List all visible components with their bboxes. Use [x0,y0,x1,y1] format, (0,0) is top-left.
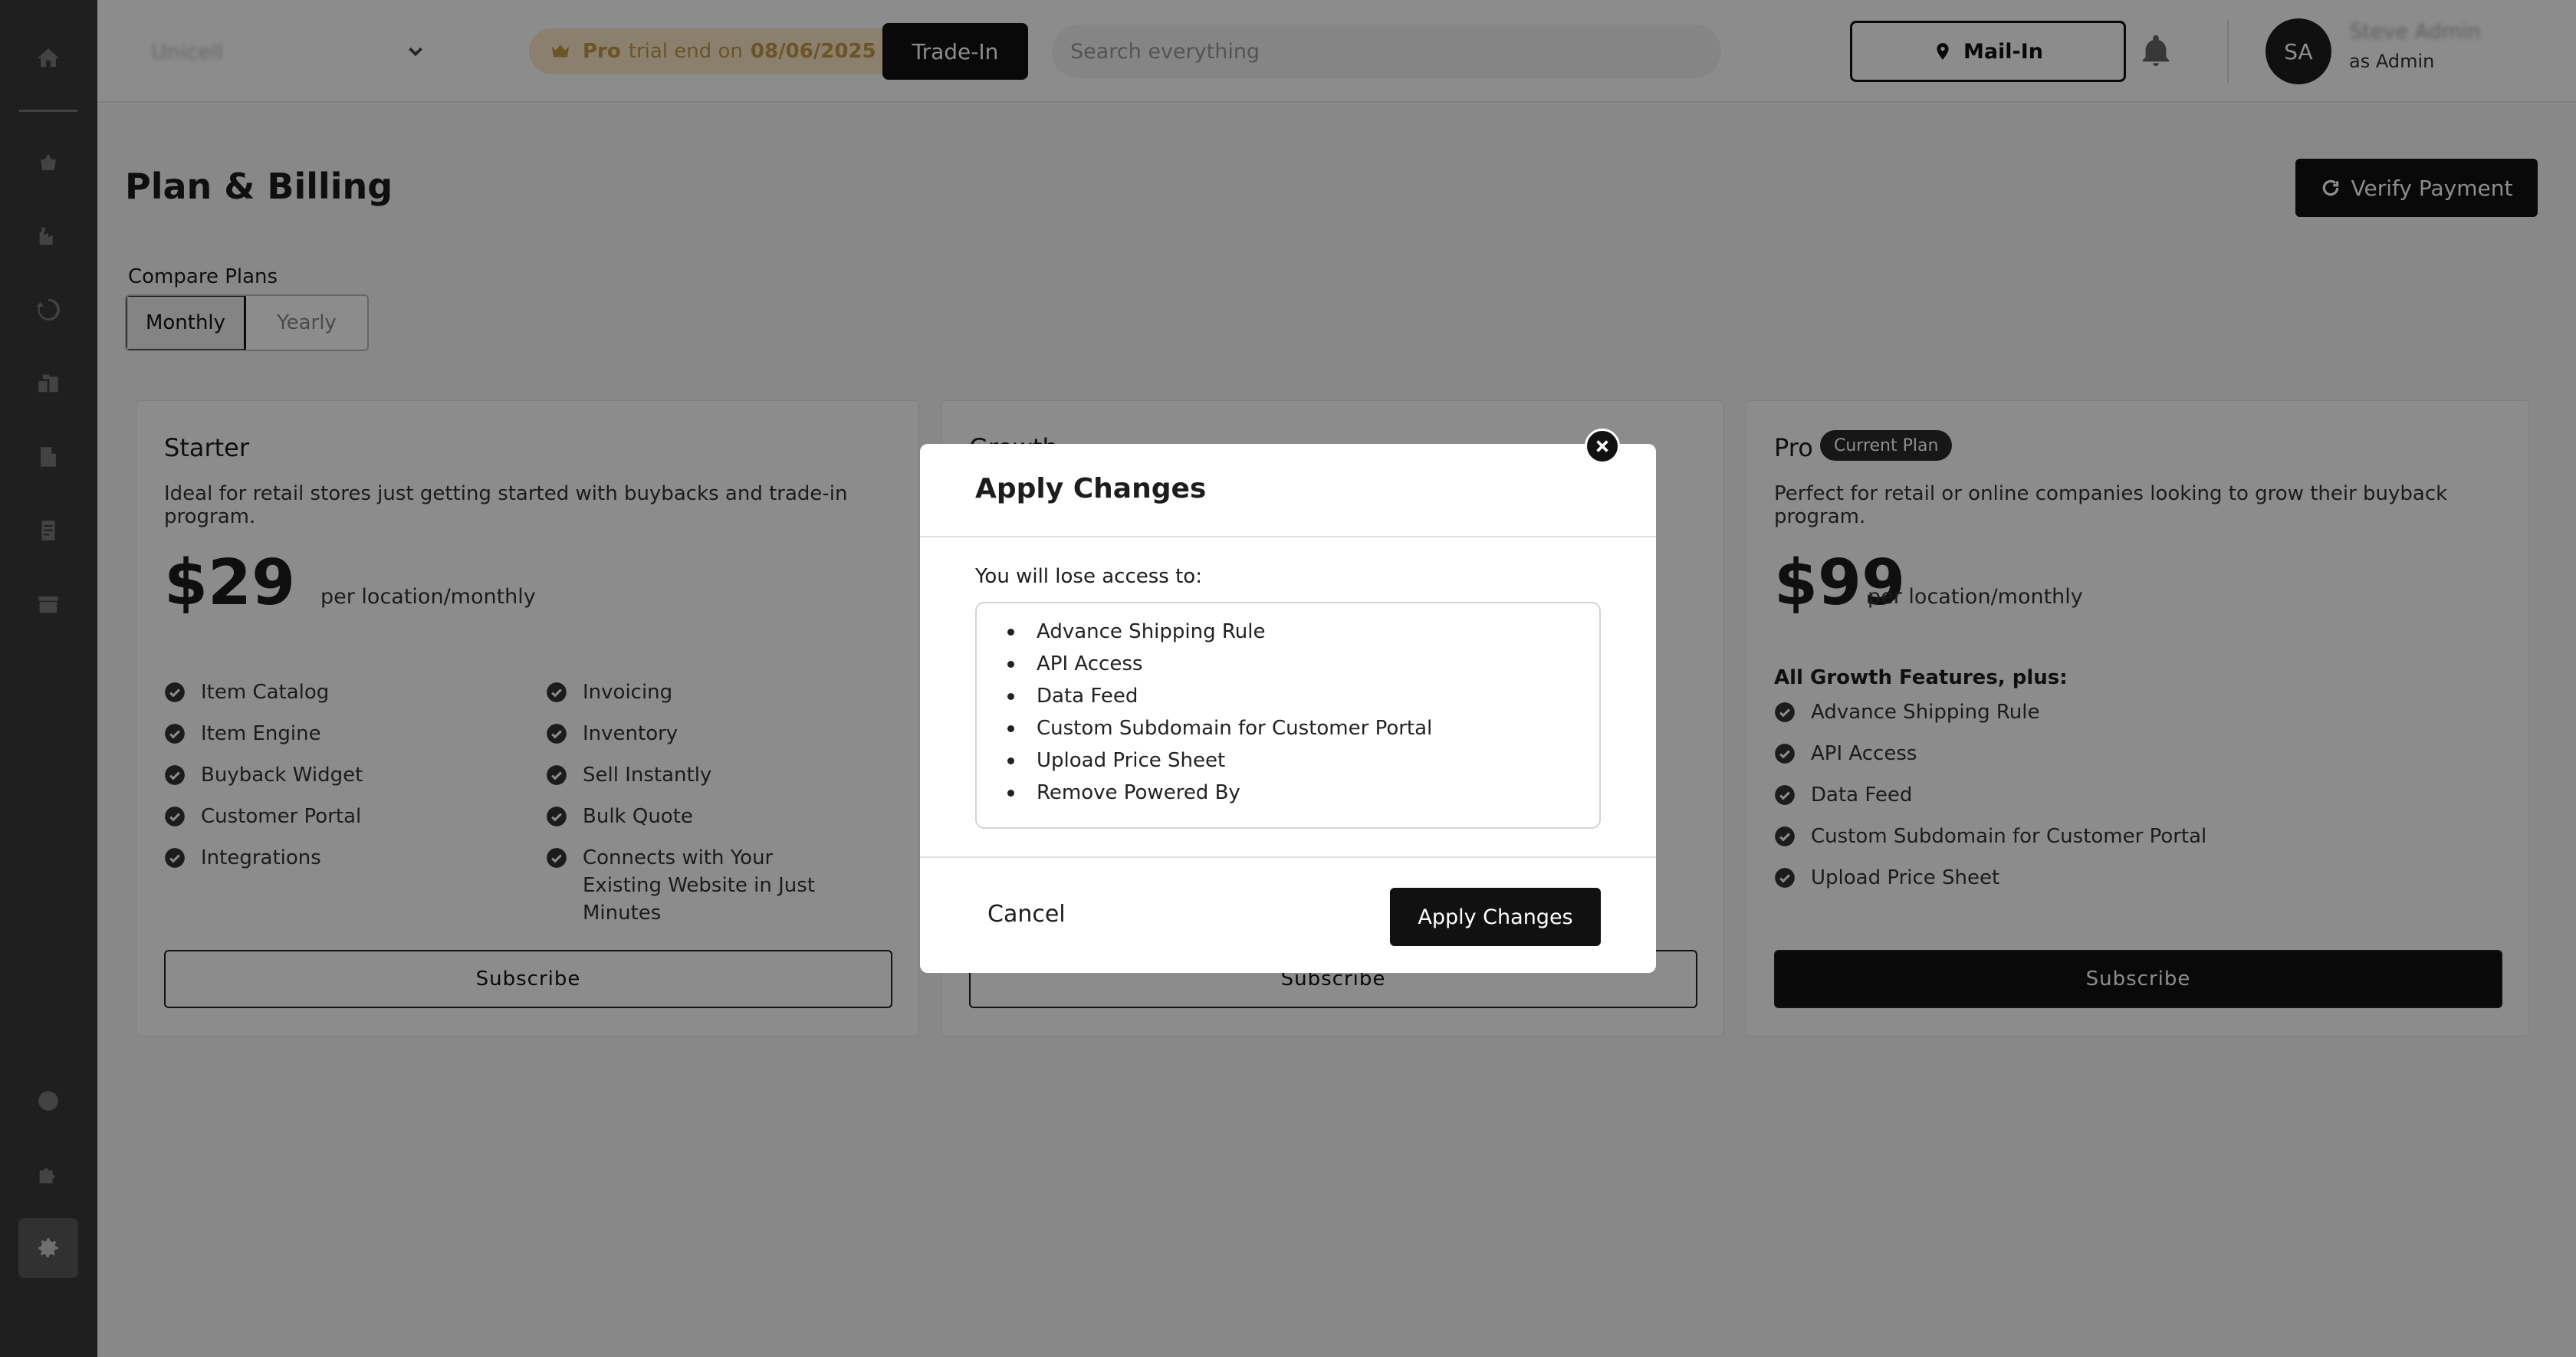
lost-features-box: Advance Shipping Rule API Access Data Fe… [975,602,1601,829]
modal-divider [920,856,1656,858]
apply-changes-button[interactable]: Apply Changes [1390,888,1601,946]
modal-divider [920,536,1656,537]
list-item: API Access [1007,648,1432,680]
list-item: Upload Price Sheet [1007,744,1432,777]
modal-title: Apply Changes [975,473,1207,504]
cancel-button[interactable]: Cancel [987,901,1066,928]
apply-changes-modal: Apply Changes You will lose access to: A… [920,444,1656,973]
list-item: Advance Shipping Rule [1007,616,1432,648]
modal-subtitle: You will lose access to: [975,565,1202,588]
list-item: Remove Powered By [1007,777,1432,809]
list-item: Data Feed [1007,680,1432,712]
list-item: Custom Subdomain for Customer Portal [1007,712,1432,744]
lost-features-list: Advance Shipping Rule API Access Data Fe… [1007,616,1432,809]
close-icon[interactable] [1585,429,1620,464]
